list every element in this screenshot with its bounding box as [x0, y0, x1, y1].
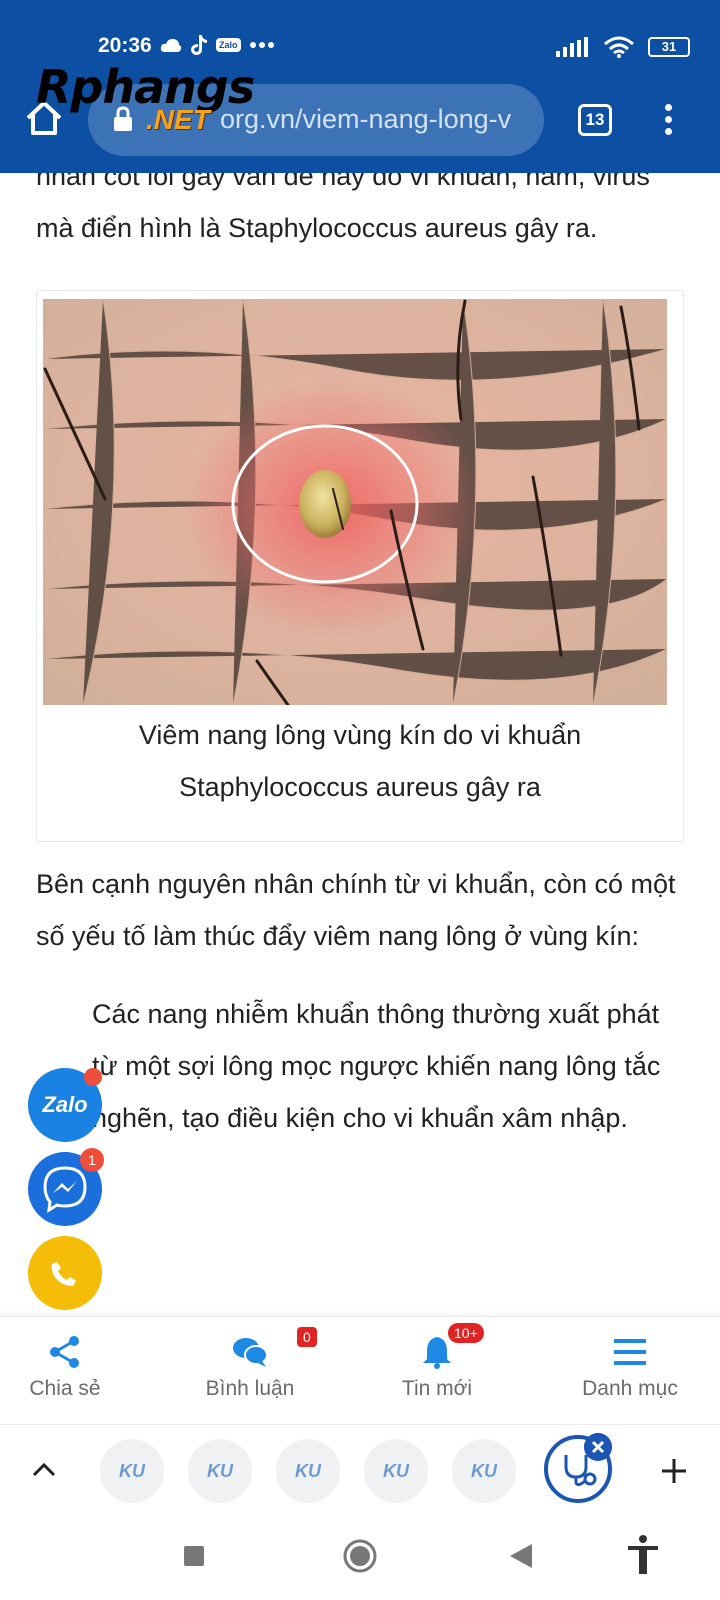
tab-chip[interactable]: KU: [100, 1439, 164, 1503]
phone-icon: [51, 1262, 76, 1286]
tab-chip[interactable]: KU: [452, 1439, 516, 1503]
share-icon: [50, 1336, 79, 1368]
recents-icon[interactable]: [182, 1544, 206, 1568]
cloud-icon: [160, 38, 182, 52]
figure-caption: Viêm nang lông vùng kín do vi khuẩn Stap…: [138, 720, 582, 802]
new-tab-icon[interactable]: [660, 1457, 688, 1485]
home-circle-icon[interactable]: [342, 1538, 378, 1574]
overflow-menu-icon[interactable]: [658, 104, 678, 138]
article-figure: Viêm nang lông vùng kín do vi khuẩn Stap…: [36, 290, 684, 842]
tab-strip: KU KU KU KU KU: [0, 1424, 720, 1516]
nav-news[interactable]: 10+ Tin mới: [352, 1323, 522, 1401]
bottom-navigation: Chia sẻ 0 Bình luận 10+ Tin mới Danh mục: [0, 1316, 720, 1424]
tab-chip[interactable]: KU: [276, 1439, 340, 1503]
chevron-up-icon[interactable]: [30, 1455, 58, 1483]
tab-chip[interactable]: KU: [188, 1439, 252, 1503]
battery-icon: 31: [648, 37, 690, 57]
zalo-notification-dot: [84, 1068, 102, 1086]
status-time: 20:36: [98, 34, 152, 57]
bell-icon: [423, 1337, 451, 1369]
zalo-icon: Zalo: [216, 38, 241, 52]
tab-chip[interactable]: KU: [364, 1439, 428, 1503]
status-bar: 20:36 Zalo 31: [0, 28, 720, 64]
zalo-label: Zalo: [42, 1092, 88, 1117]
status-icons-left: Zalo: [160, 34, 275, 56]
nav-share[interactable]: Chia sẻ: [0, 1335, 150, 1401]
comment-count-badge: 0: [297, 1327, 317, 1347]
nav-share-label: Chia sẻ: [29, 1377, 101, 1400]
bullet-item-1: Các nang nhiễm khuẩn thông thường xuất p…: [92, 999, 661, 1133]
browser-toolbar: 20:36 Zalo 31 Rphangs .NET org.vn/viem-n…: [0, 0, 720, 173]
nav-comments[interactable]: 0 Bình luận: [165, 1327, 335, 1401]
accessibility-icon[interactable]: [626, 1534, 660, 1576]
signal-icon: [556, 37, 588, 57]
nav-comments-label: Bình luận: [205, 1377, 295, 1400]
nav-news-label: Tin mới: [401, 1377, 473, 1400]
article-body: nhân cốt lõi gây vấn đề này do vi khuẩn,…: [36, 150, 686, 1144]
more-dots-icon: [249, 42, 274, 48]
tab-switcher-button[interactable]: 13: [578, 104, 612, 136]
folliculitis-photo: [43, 299, 667, 705]
zalo-chat-button[interactable]: Zalo: [28, 1068, 102, 1142]
wifi-icon: [604, 36, 634, 58]
paragraph-2: Bên cạnh nguyên nhân chính từ vi khuẩn, …: [36, 869, 676, 951]
comment-icon: [233, 1338, 268, 1367]
nav-categories[interactable]: Danh mục: [545, 1335, 715, 1401]
status-icons-right: 31: [556, 36, 690, 58]
messenger-badge: 1: [80, 1148, 104, 1172]
tiktok-icon: [191, 35, 207, 55]
call-button[interactable]: [28, 1236, 102, 1310]
news-count-badge: 10+: [448, 1323, 484, 1343]
messenger-button[interactable]: 1: [28, 1148, 104, 1226]
skin-photo: [43, 299, 667, 705]
close-tab-icon[interactable]: [584, 1433, 612, 1461]
site-logo-suffix: .NET: [146, 104, 210, 135]
menu-lines-icon: [614, 1339, 646, 1365]
screen: 20:36 Zalo 31 Rphangs .NET org.vn/viem-n…: [0, 0, 720, 1600]
system-navigation: [0, 1516, 720, 1600]
back-icon[interactable]: [508, 1542, 534, 1570]
nav-categories-label: Danh mục: [582, 1377, 678, 1400]
